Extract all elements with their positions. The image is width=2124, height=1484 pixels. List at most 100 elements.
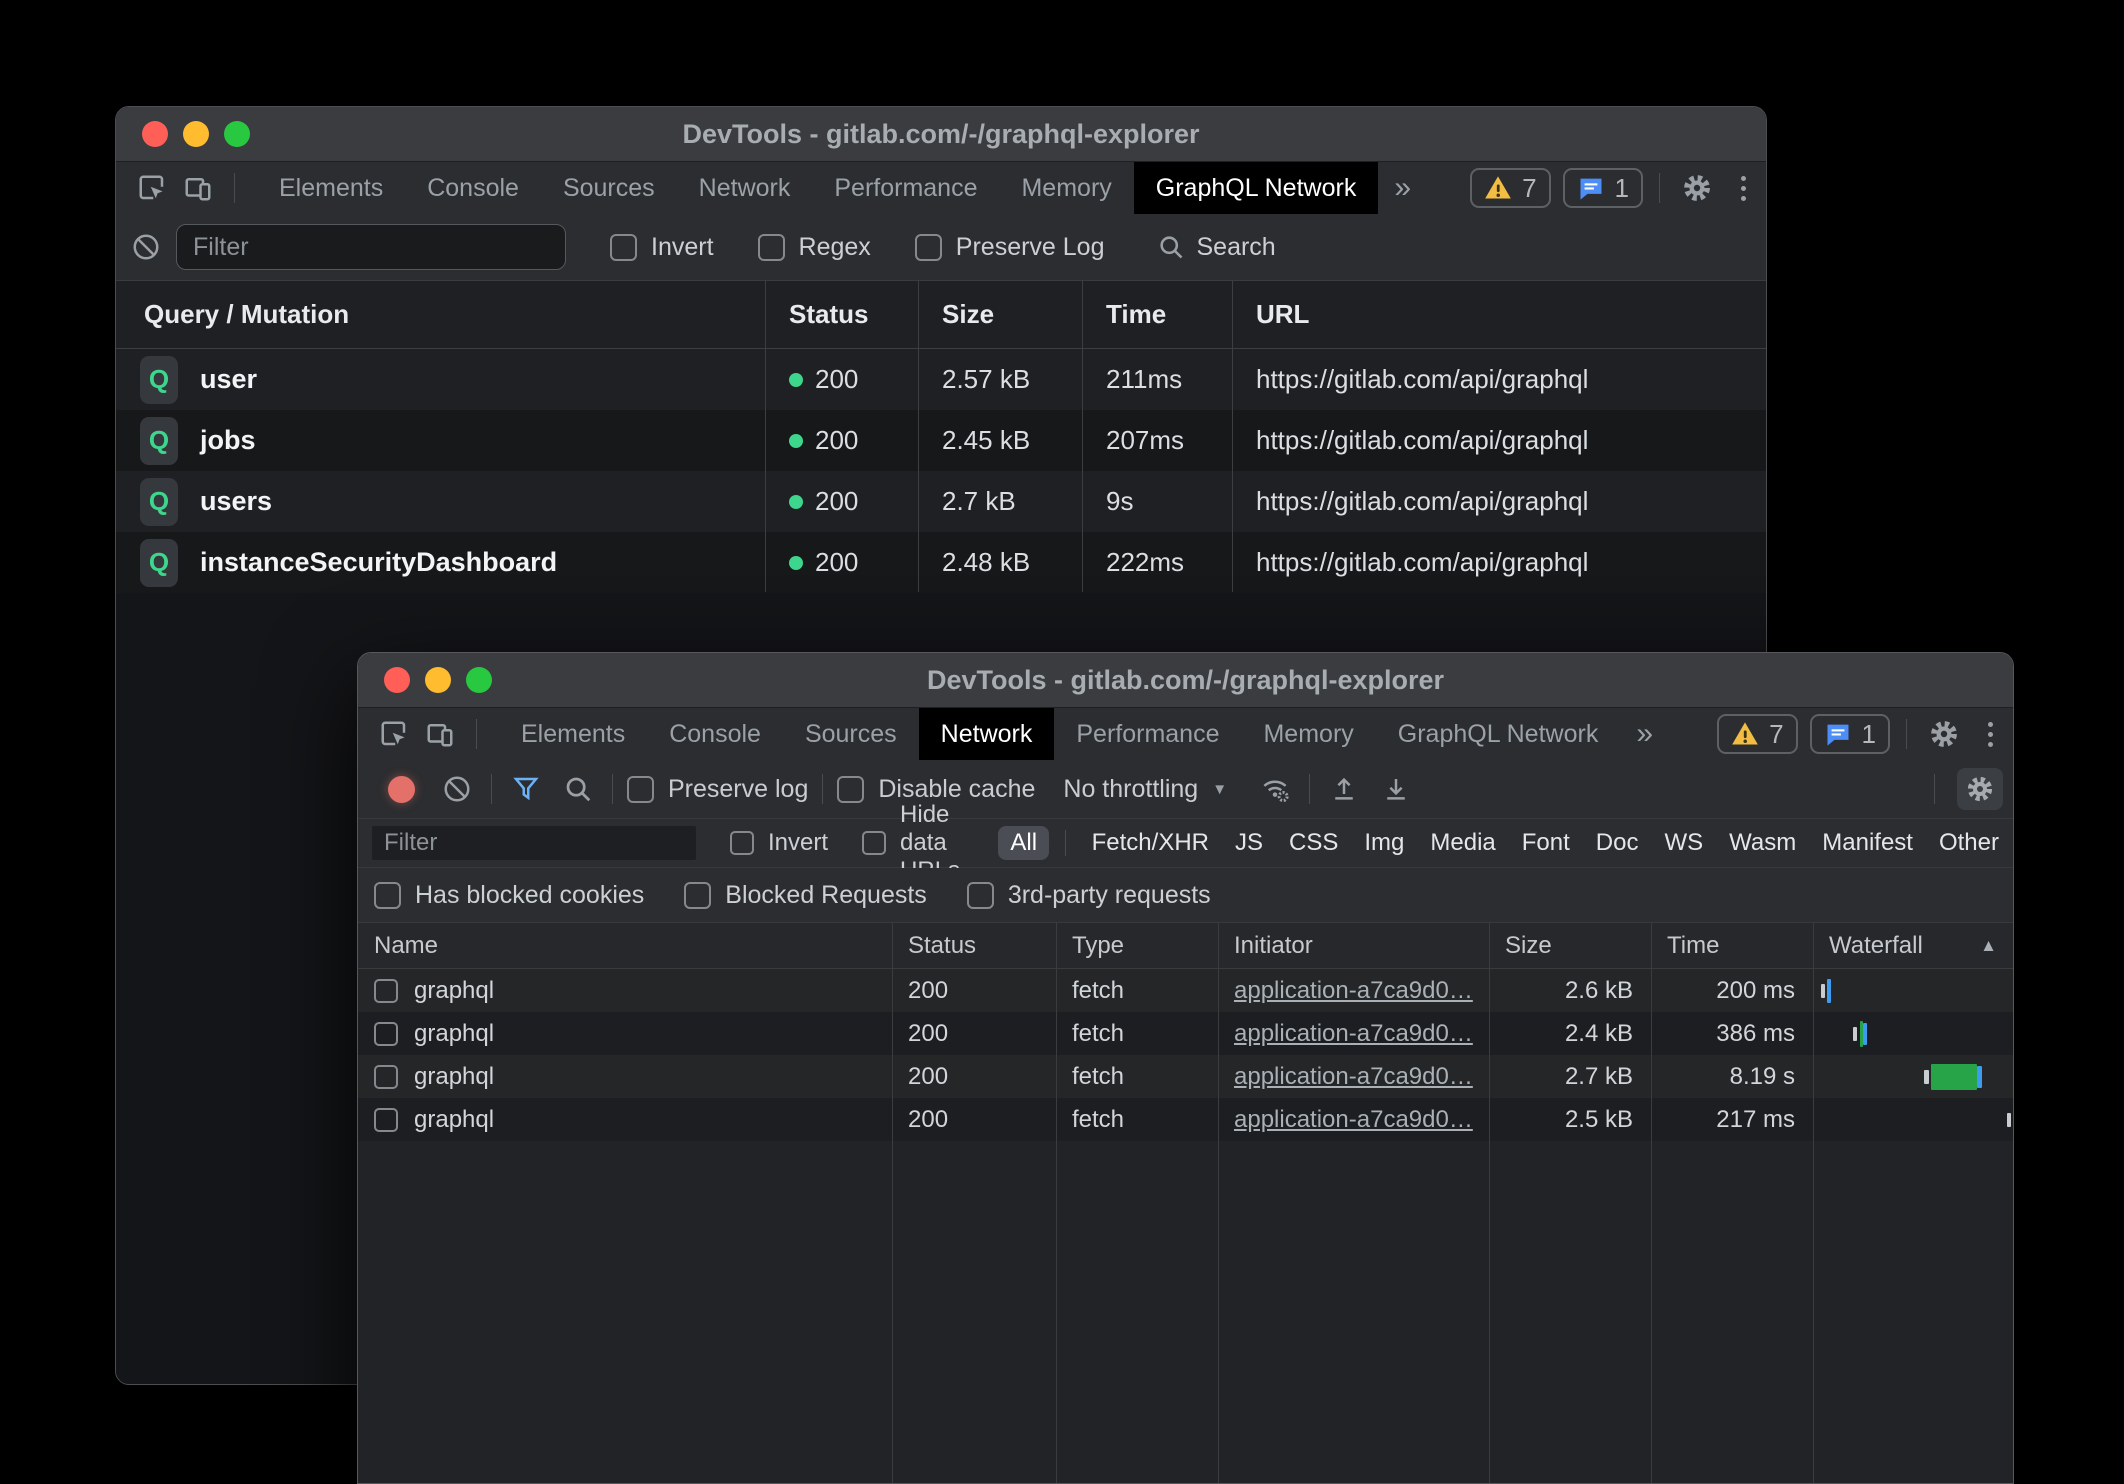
- close-button[interactable]: [142, 121, 168, 147]
- filter-type-doc[interactable]: Doc: [1596, 829, 1639, 857]
- tab-elements[interactable]: Elements: [499, 708, 647, 760]
- column-initiator[interactable]: Initiator: [1218, 932, 1489, 960]
- filter-type-fetch-xhr[interactable]: Fetch/XHR: [1092, 829, 1209, 857]
- filter-input[interactable]: [372, 826, 696, 860]
- tab-network[interactable]: Network: [677, 162, 813, 214]
- filter-type-img[interactable]: Img: [1364, 829, 1404, 857]
- warnings-badge[interactable]: 7: [1717, 714, 1797, 754]
- kebab-menu-icon[interactable]: [1967, 708, 2013, 760]
- request-checkbox[interactable]: [374, 979, 398, 1003]
- clear-icon[interactable]: [116, 232, 176, 262]
- filter-type-media[interactable]: Media: [1430, 829, 1495, 857]
- filter-input[interactable]: [176, 224, 566, 270]
- column-status[interactable]: Status: [765, 299, 918, 330]
- regex-checkbox[interactable]: [758, 234, 785, 261]
- zoom-button[interactable]: [466, 667, 492, 693]
- issues-badge[interactable]: 1: [1810, 714, 1890, 754]
- column-waterfall[interactable]: Waterfall ▲: [1813, 932, 2013, 960]
- search-icon[interactable]: [552, 774, 604, 804]
- tab-network[interactable]: Network: [919, 708, 1055, 760]
- disable-cache-checkbox[interactable]: [837, 776, 864, 803]
- request-checkbox[interactable]: [374, 1022, 398, 1046]
- tab-performance[interactable]: Performance: [1054, 708, 1241, 760]
- third-party-requests-checkbox[interactable]: [967, 882, 994, 909]
- column-type[interactable]: Type: [1056, 932, 1218, 960]
- filter-type-css[interactable]: CSS: [1289, 829, 1338, 857]
- inspect-element-icon[interactable]: [134, 170, 170, 206]
- issues-badge[interactable]: 1: [1563, 168, 1643, 208]
- tab-sources[interactable]: Sources: [541, 162, 677, 214]
- tab-memory[interactable]: Memory: [1241, 708, 1375, 760]
- table-row[interactable]: graphql 200 fetch application-a7ca9d0… 2…: [358, 969, 2013, 1012]
- more-tabs-icon[interactable]: »: [1620, 708, 1669, 760]
- back-titlebar: DevTools - gitlab.com/-/graphql-explorer: [116, 107, 1766, 162]
- minimize-button[interactable]: [183, 121, 209, 147]
- has-blocked-cookies-checkbox[interactable]: [374, 882, 401, 909]
- device-toolbar-icon[interactable]: [422, 716, 458, 752]
- blocked-requests-checkbox[interactable]: [684, 882, 711, 909]
- preserve-log-checkbox[interactable]: [627, 776, 654, 803]
- panel-settings-gear-icon[interactable]: [1957, 768, 2003, 810]
- initiator-link[interactable]: application-a7ca9d0…: [1234, 1106, 1473, 1133]
- filter-type-font[interactable]: Font: [1522, 829, 1570, 857]
- table-row[interactable]: Quser 200 2.57 kB 211ms https://gitlab.c…: [116, 349, 1766, 410]
- settings-gear-icon[interactable]: [1921, 708, 1967, 760]
- tab-memory[interactable]: Memory: [999, 162, 1133, 214]
- tab-console[interactable]: Console: [405, 162, 541, 214]
- hide-data-urls-checkbox[interactable]: [862, 831, 886, 855]
- request-checkbox[interactable]: [374, 1108, 398, 1132]
- table-row[interactable]: graphql 200 fetch application-a7ca9d0… 2…: [358, 1055, 2013, 1098]
- filter-type-ws[interactable]: WS: [1664, 829, 1703, 857]
- kebab-menu-icon[interactable]: [1720, 162, 1766, 214]
- waterfall-bar: [1813, 1098, 2013, 1141]
- filter-type-other[interactable]: Other: [1939, 829, 1999, 857]
- table-row[interactable]: Qusers 200 2.7 kB 9s https://gitlab.com/…: [116, 471, 1766, 532]
- table-row[interactable]: graphql 200 fetch application-a7ca9d0… 2…: [358, 1098, 2013, 1141]
- tab-elements[interactable]: Elements: [257, 162, 405, 214]
- initiator-link[interactable]: application-a7ca9d0…: [1234, 977, 1473, 1004]
- column-time[interactable]: Time: [1082, 299, 1232, 330]
- filter-type-wasm[interactable]: Wasm: [1729, 829, 1796, 857]
- minimize-button[interactable]: [425, 667, 451, 693]
- has-blocked-cookies-group: Has blocked cookies: [374, 881, 644, 910]
- column-url[interactable]: URL: [1232, 299, 1766, 330]
- device-toolbar-icon[interactable]: [180, 170, 216, 206]
- invert-checkbox[interactable]: [730, 831, 754, 855]
- filter-type-all[interactable]: All: [998, 826, 1049, 860]
- close-button[interactable]: [384, 667, 410, 693]
- zoom-button[interactable]: [224, 121, 250, 147]
- settings-gear-icon[interactable]: [1674, 162, 1720, 214]
- table-row[interactable]: Qjobs 200 2.45 kB 207ms https://gitlab.c…: [116, 410, 1766, 471]
- search-button[interactable]: Search: [1157, 233, 1276, 262]
- initiator-link[interactable]: application-a7ca9d0…: [1234, 1020, 1473, 1047]
- tab-graphql-network[interactable]: GraphQL Network: [1134, 162, 1379, 214]
- record-button[interactable]: [388, 776, 415, 803]
- tab-console[interactable]: Console: [647, 708, 783, 760]
- warnings-badge[interactable]: 7: [1470, 168, 1550, 208]
- filter-type-manifest[interactable]: Manifest: [1822, 829, 1913, 857]
- request-checkbox[interactable]: [374, 1065, 398, 1089]
- tab-performance[interactable]: Performance: [812, 162, 999, 214]
- throttling-dropdown[interactable]: No throttling ▼: [1063, 775, 1227, 804]
- more-tabs-icon[interactable]: »: [1378, 162, 1427, 214]
- tab-sources[interactable]: Sources: [783, 708, 919, 760]
- invert-checkbox[interactable]: [610, 234, 637, 261]
- column-name[interactable]: Name: [358, 932, 892, 960]
- table-row[interactable]: graphql 200 fetch application-a7ca9d0… 2…: [358, 1012, 2013, 1055]
- table-row[interactable]: QinstanceSecurityDashboard 200 2.48 kB 2…: [116, 532, 1766, 593]
- column-size[interactable]: Size: [1489, 932, 1651, 960]
- import-har-icon[interactable]: [1318, 774, 1370, 804]
- column-time[interactable]: Time: [1651, 932, 1813, 960]
- inspect-element-icon[interactable]: [376, 716, 412, 752]
- tab-graphql-network[interactable]: GraphQL Network: [1376, 708, 1621, 760]
- network-conditions-icon[interactable]: [1249, 774, 1301, 804]
- export-har-icon[interactable]: [1370, 774, 1422, 804]
- filter-type-js[interactable]: JS: [1235, 829, 1263, 857]
- clear-icon[interactable]: [431, 774, 483, 804]
- preserve-log-checkbox[interactable]: [915, 234, 942, 261]
- filter-funnel-icon[interactable]: [500, 774, 552, 804]
- column-size[interactable]: Size: [918, 299, 1082, 330]
- column-status[interactable]: Status: [892, 932, 1056, 960]
- column-query-mutation[interactable]: Query / Mutation: [116, 299, 765, 330]
- initiator-link[interactable]: application-a7ca9d0…: [1234, 1063, 1473, 1090]
